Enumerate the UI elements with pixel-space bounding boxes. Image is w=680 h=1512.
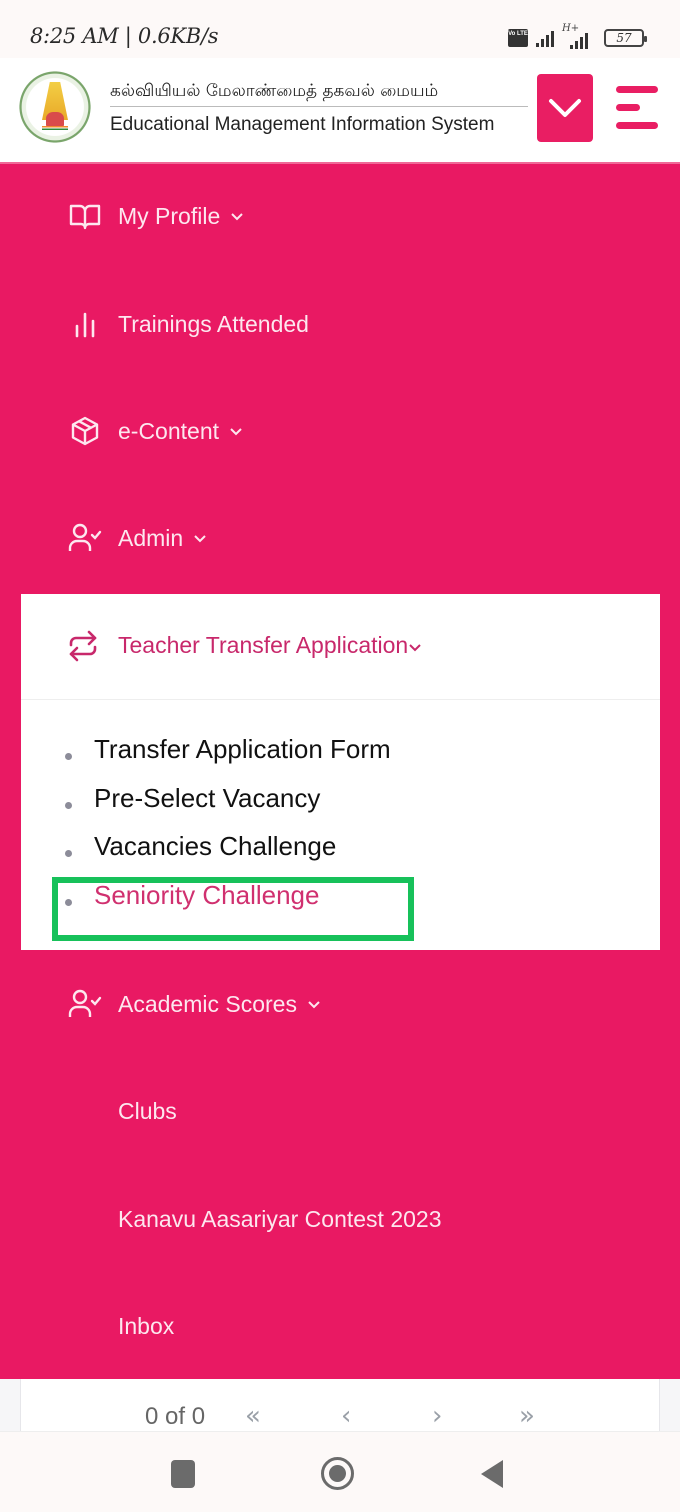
chevron-down-icon	[231, 213, 243, 221]
book-open-icon	[68, 199, 102, 233]
system-nav-bar	[0, 1431, 680, 1512]
sidebar-item-label: Inbox	[118, 1312, 175, 1339]
title-english: Educational Management Information Syste…	[110, 114, 495, 135]
sidebar-item-label: Trainings Attended	[118, 310, 309, 337]
highlight-annotation-box	[52, 877, 414, 941]
app-header: கல்வியியல் மேலாண்மைத் தகவல் மையம் Educat…	[0, 58, 680, 162]
status-bar: 8:25 AM | 0.6KB/s Vo LTE H+ 57	[0, 0, 680, 58]
chevron-down-icon	[308, 1001, 320, 1009]
volte-icon: Vo LTE	[508, 29, 528, 47]
sidebar-item-label: Kanavu Aasariyar Contest 2023	[118, 1205, 442, 1232]
first-page-button[interactable]: «	[245, 1401, 261, 1431]
title-tamil: கல்வியியல் மேலாண்மைத் தகவல் மையம்	[110, 81, 439, 101]
sidebar-item-kanavu-aasariyar-contest[interactable]: Kanavu Aasariyar Contest 2023	[0, 1189, 680, 1249]
sidebar-item-admin[interactable]: Admin	[0, 508, 680, 568]
submenu-item-vacancies-challenge[interactable]: Vacancies Challenge	[21, 831, 660, 880]
last-page-button[interactable]: »	[519, 1401, 535, 1431]
sidebar-item-label: e-Content	[118, 417, 220, 444]
sidebar-item-trainings-attended[interactable]: Trainings Attended	[0, 294, 680, 354]
submenu-item-label: Vacancies Challenge	[94, 831, 337, 861]
bullet-icon	[65, 753, 72, 760]
bullet-icon	[65, 801, 72, 809]
submenu-teacher-transfer: Teacher Transfer Application Transfer Ap…	[21, 594, 660, 950]
prev-page-button[interactable]: ‹	[341, 1401, 351, 1431]
user-check-icon	[68, 987, 102, 1021]
sidebar-item-my-profile[interactable]: My Profile	[0, 186, 680, 246]
sidebar-item-clubs[interactable]: Clubs	[0, 1081, 680, 1141]
chevron-down-icon	[194, 535, 206, 543]
tamil-nadu-emblem-logo[interactable]	[16, 68, 94, 146]
sidebar-item-label: My Profile	[118, 202, 221, 229]
pagination-bar: 0 of 0 « ‹ › »	[0, 1379, 680, 1431]
user-check-icon	[68, 521, 102, 555]
sidebar-item-teacher-transfer-application[interactable]: Teacher Transfer Application	[21, 594, 660, 700]
bullet-icon	[65, 850, 72, 857]
recents-icon[interactable]	[171, 1460, 195, 1488]
submenu-item-transfer-application-form[interactable]: Transfer Application Form	[21, 734, 660, 783]
header-titles: கல்வியியல் மேலாண்மைத் தகவல் மையம் Educat…	[110, 78, 528, 137]
submenu-item-pre-select-vacancy[interactable]: Pre-Select Vacancy	[21, 783, 660, 832]
sidebar-item-label: Clubs	[118, 1097, 177, 1124]
chevron-down-icon	[409, 644, 421, 652]
submenu-title: Teacher Transfer Application	[118, 632, 409, 658]
submenu-item-label: Transfer Application Form	[94, 734, 391, 764]
next-page-button[interactable]: ›	[432, 1401, 442, 1431]
signal-icon	[536, 29, 554, 47]
battery-icon: 57	[604, 29, 647, 47]
sidebar-item-label: Admin	[118, 524, 184, 551]
sidebar-item-label: Academic Scores	[118, 990, 297, 1017]
chevron-down-icon	[549, 99, 581, 117]
hamburger-icon	[616, 86, 658, 93]
sidebar-item-academic-scores[interactable]: Academic Scores	[0, 974, 680, 1034]
submenu-item-label: Pre-Select Vacancy	[94, 782, 321, 813]
header-dropdown-button[interactable]	[537, 74, 593, 142]
chevron-down-icon	[230, 428, 242, 436]
sidebar-item-inbox[interactable]: Inbox	[0, 1296, 680, 1356]
signal-hplus-icon: H+	[562, 23, 596, 49]
status-icons: Vo LTE H+ 57	[508, 23, 647, 49]
pagination-count: 0 of 0	[145, 1403, 206, 1430]
bar-chart-icon	[68, 307, 102, 341]
sidebar-item-e-content[interactable]: e-Content	[0, 401, 680, 461]
title-divider	[110, 106, 528, 107]
sidebar-menu: My Profile Trainings Attended e-Content …	[0, 162, 680, 1379]
back-icon[interactable]	[481, 1460, 503, 1488]
hamburger-menu-button[interactable]	[614, 84, 660, 132]
repeat-icon	[67, 630, 101, 664]
home-icon[interactable]	[321, 1457, 354, 1490]
status-time: 8:25 AM | 0.6KB/s	[30, 24, 219, 48]
package-icon	[68, 414, 102, 448]
